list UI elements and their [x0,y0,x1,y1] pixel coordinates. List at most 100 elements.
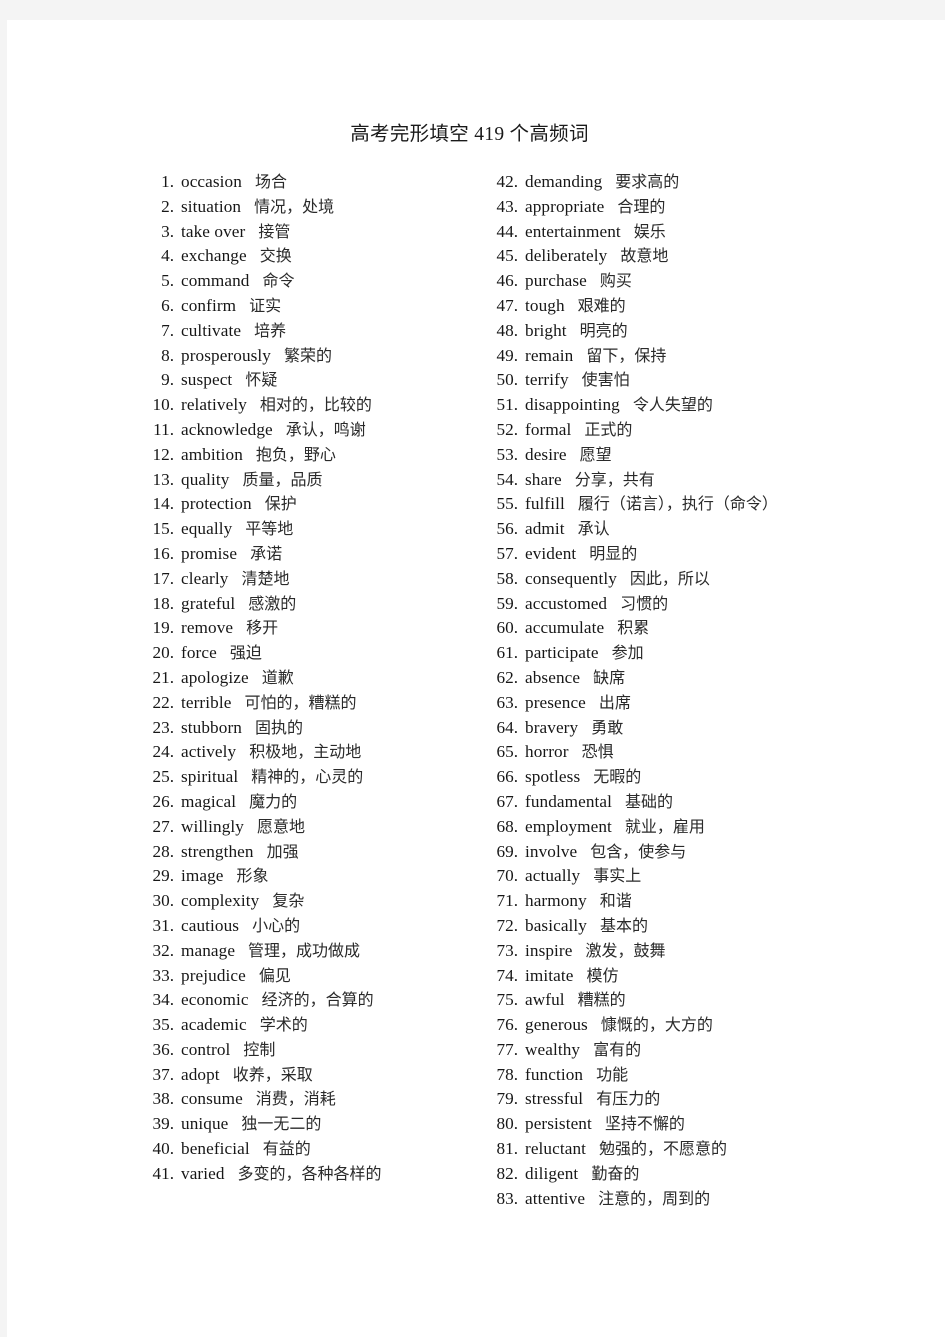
entry-number: 81. [496,1139,518,1159]
vocabulary-entry: 78. function 功能 [492,1063,912,1088]
entry-term: fundamental [525,791,613,811]
entry-gloss: 令人失望的 [632,395,713,415]
entry-gloss: 情况，处境 [254,196,335,216]
entry-gloss: 明亮的 [579,320,628,340]
vocabulary-entry: 3. take over 接管 [148,220,488,245]
entry-term: spiritual [181,767,239,787]
vocabulary-entry: 52. formal 正式的 [492,418,912,443]
entry-term: accustomed [525,593,608,613]
entry-number: 29. [152,866,174,886]
entry-number: 15. [152,519,174,539]
entry-term: force [181,643,217,663]
entry-term: generous [525,1015,588,1035]
entry-gloss: 慷慨的，大方的 [600,1015,713,1035]
entry-number: 66. [496,767,518,787]
entry-gloss: 形象 [236,866,269,886]
vocabulary-entry: 1. occasion 场合 [148,170,488,195]
entry-number: 12. [152,444,174,464]
entry-gloss: 留下，保持 [586,345,667,365]
entry-number: 55. [496,494,518,514]
entry-number: 21. [152,667,174,687]
entry-gloss: 抱负，野心 [255,444,336,464]
entry-term: harmony [525,891,587,911]
entry-term: fulfill [525,494,565,514]
entry-term: presence [525,692,586,712]
vocabulary-entry: 75. awful 糟糕的 [492,988,912,1013]
entry-gloss: 相对的，比较的 [259,395,372,415]
entry-number: 11. [153,419,174,439]
entry-gloss: 管理，成功做成 [248,940,361,960]
entry-number: 33. [152,965,174,985]
entry-term: evident [525,543,577,563]
vocabulary-entry: 35. academic 学术的 [148,1013,488,1038]
entry-term: strengthen [181,841,254,861]
vocabulary-entry: 47. tough 艰难的 [492,294,912,319]
entry-term: control [181,1039,231,1059]
entry-term: wealthy [525,1039,581,1059]
entry-gloss: 模仿 [586,965,619,985]
entry-number: 9. [161,370,174,390]
vocabulary-entry: 7. cultivate 培养 [148,319,488,344]
entry-term: apologize [181,667,249,687]
vocabulary-entry: 4. exchange 交换 [148,244,488,269]
entry-gloss: 无暇的 [593,767,642,787]
entry-term: imitate [525,965,574,985]
entry-number: 83. [496,1188,518,1208]
vocabulary-entry: 5. command 命令 [148,269,488,294]
entry-number: 44. [496,221,518,241]
entry-number: 32. [152,940,174,960]
vocabulary-entry: 30. complexity 复杂 [148,889,488,914]
entry-number: 13. [152,469,174,489]
entry-gloss: 小心的 [252,915,301,935]
entry-term: magical [181,791,237,811]
vocabulary-entry: 71. harmony 和谐 [492,889,912,914]
entry-number: 27. [152,816,174,836]
entry-number: 70. [496,866,518,886]
entry-gloss: 繁荣的 [284,345,333,365]
entry-gloss: 注意的，周到的 [598,1188,711,1208]
entry-gloss: 培养 [254,320,287,340]
vocabulary-entry: 65. horror 恐惧 [492,740,912,765]
entry-term: complexity [181,891,260,911]
entry-gloss: 正式的 [584,419,633,439]
entry-gloss: 命令 [262,271,295,291]
vocabulary-entry: 60. accumulate 积累 [492,616,912,641]
entry-number: 67. [496,791,518,811]
entry-number: 38. [152,1089,174,1109]
entry-gloss: 习惯的 [620,593,669,613]
entry-term: academic [181,1015,247,1035]
vocabulary-entry: 39. unique 独一无二的 [148,1112,488,1137]
entry-gloss: 道歉 [261,667,294,687]
vocabulary-entry: 44. entertainment 娱乐 [492,220,912,245]
entry-gloss: 要求高的 [615,172,680,191]
entry-number: 58. [496,568,518,588]
entry-number: 30. [152,891,174,911]
entry-gloss: 参加 [611,643,644,663]
entry-number: 8. [161,345,174,365]
vocabulary-column-right: 42. demanding 要求高的 43. appropriate 合理的 44. ente… [492,170,912,1211]
entry-gloss: 场合 [254,172,287,191]
entry-gloss: 基本的 [600,915,649,935]
entry-term: adopt [181,1064,220,1084]
entry-gloss: 承认，鸣谢 [285,419,366,439]
vocabulary-entry: 11. acknowledge 承认，鸣谢 [148,418,488,443]
vocabulary-entry: 6. confirm 证实 [148,294,488,319]
entry-term: equally [181,519,233,539]
vocabulary-entry: 12. ambition 抱负，野心 [148,443,488,468]
vocabulary-entry: 83. attentive 注意的，周到的 [492,1187,912,1212]
entry-term: command [181,271,250,291]
vocabulary-entry: 77. wealthy 富有的 [492,1038,912,1063]
vocabulary-entry: 50. terrify 使害怕 [492,368,912,393]
entry-number: 14. [152,494,174,514]
entry-gloss: 坚持不懈的 [604,1114,685,1134]
entry-number: 78. [496,1064,518,1084]
entry-gloss: 事实上 [593,866,642,886]
vocabulary-entry: 33. prejudice 偏见 [148,964,488,989]
entry-term: actively [181,742,237,762]
entry-term: actually [525,866,581,886]
entry-number: 76. [496,1015,518,1035]
vocabulary-entry: 58. consequently 因此，所以 [492,567,912,592]
entry-gloss: 移开 [246,618,279,638]
entry-term: stubborn [181,717,242,737]
entry-term: occasion [181,172,242,191]
